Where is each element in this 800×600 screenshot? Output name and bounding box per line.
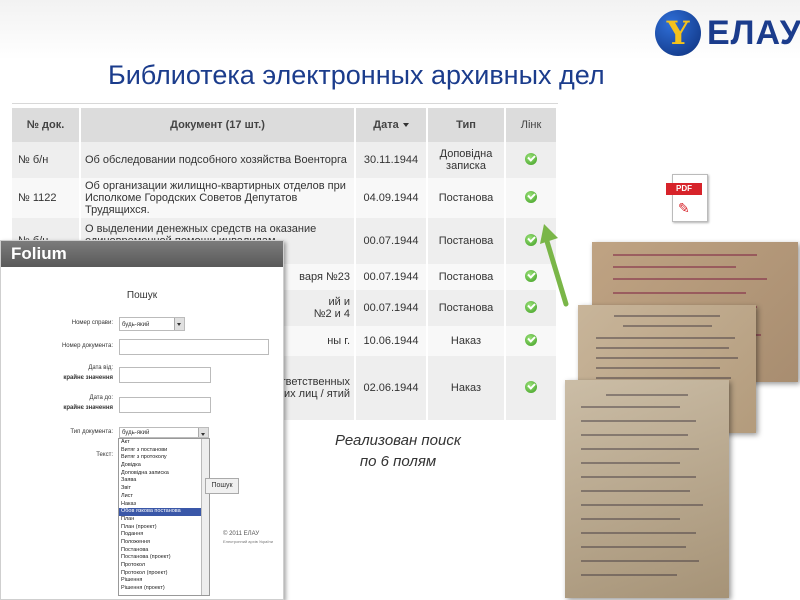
doc-type-select[interactable]: будь-який — [119, 427, 209, 438]
dropdown-option[interactable]: Обов язкова постанова — [119, 508, 209, 516]
column-header-document[interactable]: Документ (17 шт.) — [80, 108, 356, 142]
doc-date: 10.06.1944 — [355, 326, 428, 356]
column-header-num[interactable]: № док. — [12, 108, 81, 142]
dropdown-option[interactable]: Звіт — [119, 485, 209, 493]
doc-number: № б/н — [12, 142, 81, 178]
page-title: Библиотека электронных архивных дел — [108, 60, 605, 90]
dropdown-option[interactable]: Наказ — [119, 501, 209, 509]
scrollbar[interactable] — [201, 439, 209, 595]
copyright: © 2011 ЕЛАУ — [223, 531, 260, 537]
doc-type-label: Тип документа: — [70, 429, 113, 435]
folium-search-panel: Folium Пошук Номер справи: будь-який Ном… — [0, 240, 284, 600]
dropdown-option[interactable]: Постанова — [119, 547, 209, 555]
dropdown-option[interactable]: Рішення — [119, 577, 209, 585]
dropdown-option[interactable]: План (проект) — [119, 524, 209, 532]
doc-link[interactable] — [505, 326, 558, 356]
logo-text: ЕЛАУ — [707, 14, 800, 52]
doc-number-input[interactable] — [119, 339, 269, 355]
doc-date: 00.07.1944 — [355, 264, 428, 290]
doc-title[interactable]: Об обследовании подсобного хозяйства Вое… — [80, 142, 356, 178]
dropdown-option[interactable]: Постанова (проект) — [119, 554, 209, 562]
caption-line-1: Реализован поиск — [335, 432, 461, 449]
date-to-sublabel: крайнє значення — [63, 405, 113, 411]
dropdown-option[interactable]: Доповідна записка — [119, 470, 209, 478]
doc-link[interactable] — [505, 356, 558, 420]
dropdown-option[interactable]: Протокол — [119, 562, 209, 570]
dropdown-option[interactable]: Заява — [119, 477, 209, 485]
table-header-row: № док. Документ (17 шт.) Дата Тип Лінк — [12, 108, 558, 142]
check-icon[interactable] — [525, 190, 537, 203]
dropdown-option[interactable]: Витяг з протоколу — [119, 454, 209, 462]
doc-type: Постанова — [427, 218, 506, 264]
separator — [12, 103, 558, 104]
dropdown-options: Акт Витяг з постанови Витяг з протоколу Дов… — [119, 439, 209, 593]
pdf-label: PDF — [666, 183, 702, 195]
case-number-label: Номер справи: — [71, 320, 113, 326]
doc-link[interactable] — [505, 142, 558, 178]
dropdown-option[interactable]: Довідка — [119, 462, 209, 470]
table-row[interactable]: № 1122 Об организации жилищно-квартирных… — [12, 178, 558, 218]
text-label: Текст: — [96, 452, 113, 458]
copyright-subtitle: Електронний архів України — [223, 539, 273, 544]
green-arrow-icon — [540, 224, 569, 307]
dropdown-option[interactable]: Рішення (проект) — [119, 585, 209, 593]
table-row[interactable]: № б/н Об обследовании подсобного хозяйст… — [12, 142, 558, 178]
acrobat-swirl-icon: ✎ — [678, 200, 690, 216]
doc-link[interactable] — [505, 178, 558, 218]
search-heading: Пошук — [126, 290, 158, 301]
doc-type: Постанова — [427, 264, 506, 290]
check-icon[interactable] — [525, 380, 537, 393]
chevron-down-icon — [174, 318, 184, 330]
date-from-sublabel: крайнє значення — [63, 375, 113, 381]
check-icon[interactable] — [525, 333, 537, 346]
doc-type: Доповідна записка — [427, 142, 506, 178]
doc-date: 04.09.1944 — [355, 178, 428, 218]
caption-line-2: по 6 полям — [359, 453, 437, 470]
folium-brand-bar: Folium — [1, 241, 283, 267]
logo-emblem-icon: Y — [655, 10, 701, 56]
column-header-link: Лінк — [505, 108, 558, 142]
doc-date: 02.06.1944 — [355, 356, 428, 420]
pdf-icon[interactable]: PDF ✎ — [666, 174, 708, 222]
chevron-down-icon — [198, 428, 208, 437]
elau-logo: Y ЕЛАУ — [655, 8, 800, 58]
doc-type-dropdown-list[interactable]: Акт Витяг з постанови Витяг з протоколу Дов… — [118, 438, 210, 596]
archive-document-image — [565, 380, 729, 598]
doc-type: Постанова — [427, 178, 506, 218]
doc-date: 00.07.1944 — [355, 290, 428, 326]
doc-type: Наказ — [427, 326, 506, 356]
date-to-input[interactable] — [119, 397, 211, 413]
dropdown-option[interactable]: Протокол (проект) — [119, 570, 209, 578]
doc-date: 30.11.1944 — [355, 142, 428, 178]
doc-date: 00.07.1944 — [355, 218, 428, 264]
dropdown-option[interactable]: Витяг з постанови — [119, 447, 209, 455]
doc-title[interactable]: Об организации жилищно-квартирных отдело… — [80, 178, 356, 218]
column-header-date[interactable]: Дата — [355, 108, 428, 142]
doc-number: № 1122 — [12, 178, 81, 218]
dropdown-option[interactable]: План — [119, 516, 209, 524]
column-header-type[interactable]: Тип — [427, 108, 506, 142]
check-icon[interactable] — [525, 152, 537, 165]
doc-type: Наказ — [427, 356, 506, 420]
date-from-label: Дата від: — [88, 365, 113, 371]
search-button[interactable]: Пошук — [205, 478, 239, 494]
caption: Реализован поиск по 6 полям — [333, 430, 463, 472]
dropdown-option[interactable]: Лист — [119, 493, 209, 501]
case-number-select[interactable]: будь-який — [119, 317, 185, 331]
doc-number-label: Номер документа: — [61, 343, 113, 349]
sort-arrow-icon — [402, 123, 409, 128]
doc-type: Постанова — [427, 290, 506, 326]
date-from-input[interactable] — [119, 367, 211, 383]
dropdown-option[interactable]: Акт — [119, 439, 209, 447]
dropdown-option[interactable]: Подання — [119, 531, 209, 539]
date-to-label: Дата до: — [89, 395, 113, 401]
dropdown-option[interactable]: Положення — [119, 539, 209, 547]
